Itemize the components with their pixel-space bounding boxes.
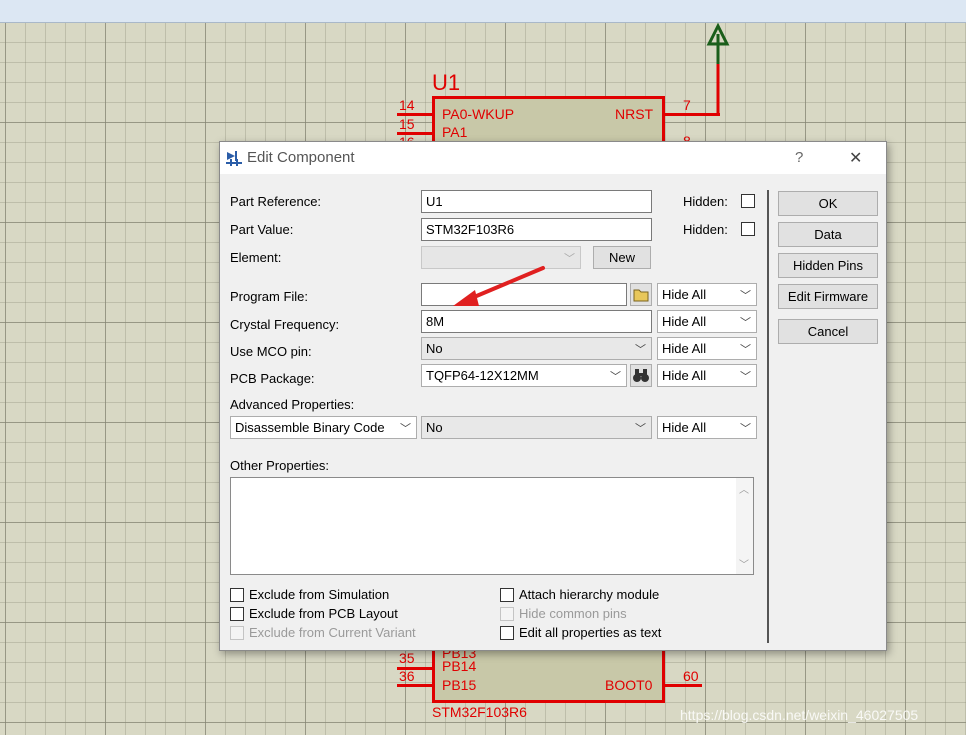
data-button[interactable]: Data: [778, 222, 878, 247]
pin-name: PB14: [442, 658, 477, 674]
browse-folder-button[interactable]: [630, 283, 652, 306]
advanced-value-value: No: [426, 420, 443, 435]
hide-all-value: Hide All: [662, 287, 707, 302]
hide-all-value: Hide All: [662, 341, 707, 356]
chevron-down-icon: ﹀: [635, 344, 646, 356]
use-mco-pin-label: Use MCO pin:: [230, 344, 312, 359]
advanced-property-value: Disassemble Binary Code: [235, 420, 385, 435]
program-file-visibility-select[interactable]: Hide All ﹀: [657, 283, 757, 306]
part-reference-label: Part Reference:: [230, 194, 322, 209]
package-browse-button[interactable]: [630, 364, 652, 387]
folder-icon: [633, 289, 649, 302]
part-value-label: Part Value:: [230, 222, 294, 237]
crystal-frequency-label: Crystal Frequency:: [230, 317, 340, 332]
pin-name: BOOT0: [605, 677, 653, 693]
close-icon[interactable]: ✕: [849, 148, 862, 168]
pin-name: PA1: [442, 124, 468, 140]
dialog-title: Edit Component: [247, 149, 355, 166]
edit-component-dialog: Edit Component ? ✕ Part Reference: U1 Hi…: [219, 141, 887, 651]
pin-number: 15: [399, 116, 415, 132]
use-mco-pin-value: No: [426, 341, 443, 356]
hide-common-pins-checkbox: [500, 607, 514, 621]
advanced-properties-label: Advanced Properties:: [230, 397, 355, 412]
chevron-down-icon: ﹀: [740, 317, 751, 329]
chevron-down-icon: ﹀: [610, 371, 621, 383]
hidden-label: Hidden:: [683, 222, 728, 237]
annotation-arrow-icon: [453, 266, 545, 306]
scroll-down-icon[interactable]: ﹀: [739, 556, 749, 571]
use-mco-pin-select[interactable]: No ﹀: [421, 337, 652, 360]
hidden-label: Hidden:: [683, 194, 728, 209]
top-toolbar: [0, 0, 966, 23]
exclude-simulation-label: Exclude from Simulation: [249, 587, 390, 602]
hide-all-value: Hide All: [662, 368, 707, 383]
exclude-pcb-label: Exclude from PCB Layout: [249, 606, 398, 621]
pin-number: 35: [399, 650, 415, 666]
watermark: https://blog.csdn.net/weixin_46027505: [680, 707, 919, 723]
pin-name: PA0-WKUP: [442, 106, 515, 122]
pin-line: [397, 684, 433, 687]
pin-name: PB15: [442, 677, 477, 693]
pin-name: NRST: [615, 106, 654, 122]
chevron-down-icon: ﹀: [740, 344, 751, 356]
pin-number: 60: [683, 668, 699, 684]
advanced-property-select[interactable]: Disassemble Binary Code ﹀: [230, 416, 417, 439]
part-reference-input[interactable]: U1: [421, 190, 652, 213]
attach-hierarchy-checkbox[interactable]: [500, 588, 514, 602]
advanced-value-select[interactable]: No ﹀: [421, 416, 652, 439]
dialog-divider: [767, 190, 769, 643]
hide-all-value: Hide All: [662, 314, 707, 329]
pin-number: 36: [399, 668, 415, 684]
dialog-titlebar[interactable]: Edit Component ? ✕: [220, 142, 886, 174]
hidden-pins-button[interactable]: Hidden Pins: [778, 253, 878, 278]
exclude-variant-checkbox: [230, 626, 244, 640]
use-mco-pin-visibility-select[interactable]: Hide All ﹀: [657, 337, 757, 360]
help-icon[interactable]: ?: [795, 149, 803, 166]
chevron-down-icon: ﹀: [740, 423, 751, 435]
hide-all-value: Hide All: [662, 420, 707, 435]
component-part-label[interactable]: STM32F103R6: [432, 704, 527, 720]
pcb-package-value: TQFP64-12X12MM: [426, 368, 539, 383]
chevron-down-icon: ﹀: [635, 423, 646, 435]
pcb-package-visibility-select[interactable]: Hide All ﹀: [657, 364, 757, 387]
pin-line: [664, 684, 702, 687]
chevron-down-icon: ﹀: [400, 423, 411, 435]
ok-button[interactable]: OK: [778, 191, 878, 216]
element-label: Element:: [230, 250, 282, 265]
exclude-pcb-checkbox[interactable]: [230, 607, 244, 621]
cancel-button[interactable]: Cancel: [778, 319, 878, 344]
part-value-hidden-checkbox[interactable]: [741, 222, 755, 236]
program-file-label: Program File:: [230, 289, 309, 304]
new-button[interactable]: New: [593, 246, 651, 269]
exclude-simulation-checkbox[interactable]: [230, 588, 244, 602]
other-properties-textarea[interactable]: ︿ ﹀: [230, 477, 754, 575]
edit-firmware-button[interactable]: Edit Firmware: [778, 284, 878, 309]
crystal-frequency-visibility-select[interactable]: Hide All ﹀: [657, 310, 757, 333]
part-reference-hidden-checkbox[interactable]: [741, 194, 755, 208]
chevron-down-icon: ﹀: [740, 290, 751, 302]
chevron-down-icon: ﹀: [740, 371, 751, 383]
advanced-visibility-select[interactable]: Hide All ﹀: [657, 416, 757, 439]
crystal-frequency-input[interactable]: 8M: [421, 310, 652, 333]
component-icon: [226, 151, 242, 166]
edit-all-text-checkbox[interactable]: [500, 626, 514, 640]
binoculars-icon: [633, 369, 649, 382]
pin-number: 14: [399, 97, 415, 113]
pin-number: 7: [683, 97, 691, 113]
part-value-input[interactable]: STM32F103R6: [421, 218, 652, 241]
hide-common-pins-label: Hide common pins: [519, 606, 627, 621]
other-properties-label: Other Properties:: [230, 458, 329, 473]
scroll-up-icon[interactable]: ︿: [739, 481, 749, 496]
pcb-package-label: PCB Package:: [230, 371, 315, 386]
chevron-down-icon: ﹀: [564, 253, 575, 265]
component-reference-label[interactable]: U1: [432, 70, 460, 96]
power-terminal-icon[interactable]: [700, 22, 740, 118]
nrst-wire: [664, 113, 720, 116]
exclude-variant-label: Exclude from Current Variant: [249, 625, 416, 640]
edit-all-text-label: Edit all properties as text: [519, 625, 662, 640]
attach-hierarchy-label: Attach hierarchy module: [519, 587, 660, 602]
pcb-package-select[interactable]: TQFP64-12X12MM ﹀: [421, 364, 627, 387]
textarea-scrollbar[interactable]: ︿ ﹀: [736, 478, 753, 574]
